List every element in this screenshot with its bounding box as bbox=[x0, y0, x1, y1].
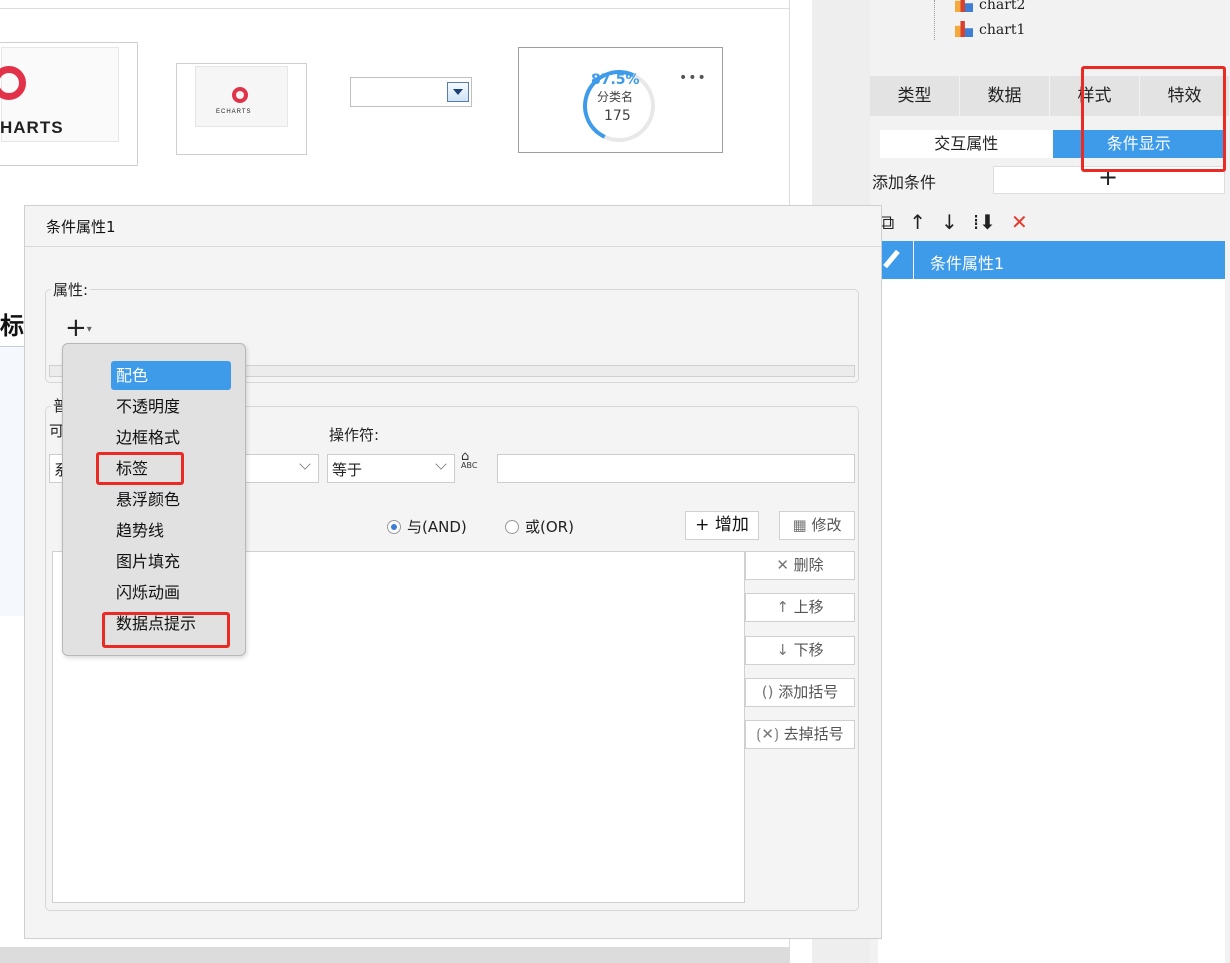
modify-button-label: 修改 bbox=[811, 516, 842, 534]
menu-item-border-format[interactable]: 边框格式 bbox=[111, 423, 231, 452]
move-down-button-label: 下移 bbox=[793, 641, 824, 659]
operator-select[interactable]: 等于 bbox=[327, 454, 455, 483]
move-up-button[interactable]: ↑ 上移 bbox=[745, 593, 855, 622]
modify-icon: ▦ bbox=[792, 516, 812, 534]
gauge-percent: 87.5% bbox=[591, 72, 640, 88]
move-down-button[interactable]: ↓ 下移 bbox=[745, 636, 855, 665]
background-text-fragment: 标 bbox=[0, 312, 24, 340]
menu-item-data-point-tooltip[interactable]: 数据点提示 bbox=[111, 609, 231, 638]
menu-item-color-scheme[interactable]: 配色 bbox=[111, 361, 231, 390]
copy-icon[interactable]: ⧉ bbox=[880, 210, 894, 234]
more-icon[interactable]: ••• bbox=[679, 70, 707, 86]
radio-and[interactable]: 与(AND) bbox=[387, 516, 467, 537]
delete-button[interactable]: ✕ 删除 bbox=[745, 551, 855, 580]
radio-checked-icon bbox=[387, 520, 401, 534]
plus-icon: + bbox=[695, 515, 715, 535]
remove-bracket-button[interactable]: ⟮✕⟯ 去掉括号 bbox=[745, 720, 855, 749]
chevron-down-icon bbox=[299, 458, 311, 470]
gauge-value: 175 bbox=[604, 108, 631, 124]
condition-list: 条件属性1 bbox=[878, 241, 1225, 963]
tree-item-chart1[interactable]: chart1 bbox=[955, 21, 1025, 38]
gauge-category: 分类名 bbox=[597, 90, 634, 104]
arrow-down-icon[interactable]: ↓ bbox=[941, 210, 958, 234]
condition-toolbar: ⧉ ↑ ↓ ⁞⬇ ✕ bbox=[880, 207, 1225, 237]
arrow-up-icon: ↑ bbox=[776, 598, 794, 616]
echarts-widget-large[interactable]: HARTS bbox=[0, 42, 138, 166]
property-legend: 属性: bbox=[51, 279, 91, 300]
menu-item-label[interactable]: 标签 bbox=[111, 454, 231, 483]
radio-or[interactable]: 或(OR) bbox=[505, 516, 574, 537]
add-property-button[interactable]: +▾ bbox=[65, 315, 92, 341]
modify-button[interactable]: ▦ 修改 bbox=[779, 511, 855, 540]
menu-item-image-fill[interactable]: 图片填充 bbox=[111, 547, 231, 576]
tree-item-chart2[interactable]: chart2 bbox=[955, 0, 1025, 13]
move-up-button-label: 上移 bbox=[793, 598, 824, 616]
horizontal-scrollbar[interactable] bbox=[0, 947, 790, 963]
tab-type[interactable]: 类型 bbox=[870, 76, 960, 116]
remove-bracket-icon: ⟮✕⟯ bbox=[756, 725, 784, 743]
chevron-down-icon bbox=[435, 458, 447, 470]
tree-item-label: chart1 bbox=[979, 22, 1026, 38]
menu-item-trendline[interactable]: 趋势线 bbox=[111, 516, 231, 545]
add-condition-label: 添加条件 bbox=[872, 173, 937, 192]
tree-guide-line bbox=[934, 0, 935, 40]
tab-style[interactable]: 样式 bbox=[1050, 76, 1140, 116]
echarts-logo-large: HARTS bbox=[0, 47, 119, 142]
arrow-down-icon: ↓ bbox=[776, 641, 794, 659]
echarts-widget-small[interactable]: ECHARTS bbox=[176, 63, 307, 155]
plus-icon: + bbox=[65, 313, 87, 343]
menu-item-hover-color[interactable]: 悬浮颜色 bbox=[111, 485, 231, 514]
chevron-down-icon: ▾ bbox=[86, 324, 92, 335]
menu-item-flash-animation[interactable]: 闪烁动画 bbox=[111, 578, 231, 607]
tree-item-label: chart2 bbox=[979, 0, 1026, 13]
tab-data[interactable]: 数据 bbox=[960, 76, 1050, 116]
tab-interaction[interactable]: 交互属性 bbox=[880, 130, 1053, 158]
radio-unchecked-icon bbox=[505, 520, 519, 534]
value-input[interactable] bbox=[497, 454, 855, 483]
dialog-title: 条件属性1 bbox=[25, 206, 881, 247]
echarts-ring-icon-small bbox=[232, 87, 248, 103]
add-button-label: 增加 bbox=[714, 515, 749, 535]
main-tabs: 类型 数据 样式 特效 bbox=[870, 76, 1230, 116]
formula-icon[interactable]: ⌂ ABC bbox=[461, 450, 491, 482]
delete-button-label: 删除 bbox=[793, 556, 824, 574]
operator-value: 等于 bbox=[332, 461, 363, 479]
chevron-down-icon[interactable] bbox=[447, 82, 469, 102]
radio-or-label: 或(OR) bbox=[525, 518, 574, 536]
menu-item-opacity[interactable]: 不透明度 bbox=[111, 392, 231, 421]
gauge-chart-widget[interactable]: 87.5% 分类名 175 ••• bbox=[518, 47, 723, 153]
add-condition-button[interactable]: + bbox=[993, 163, 1225, 194]
chart-icon bbox=[955, 21, 973, 37]
echarts-wordmark-small: ECHARTS bbox=[216, 109, 252, 115]
echarts-ring-icon bbox=[0, 66, 26, 100]
property-type-menu: 配色 不透明度 边框格式 标签 悬浮颜色 趋势线 图片填充 闪烁动画 数据点提示 bbox=[62, 343, 246, 656]
delete-icon[interactable]: ✕ bbox=[1011, 210, 1028, 234]
canvas-divider bbox=[0, 8, 790, 9]
combo-box-widget[interactable] bbox=[350, 77, 472, 107]
tab-effects[interactable]: 特效 bbox=[1140, 76, 1230, 116]
tab-condition-display[interactable]: 条件显示 bbox=[1052, 130, 1225, 158]
operator-label: 操作符: bbox=[327, 424, 382, 445]
echarts-logo-small: ECHARTS bbox=[195, 66, 288, 127]
chart-icon bbox=[955, 0, 973, 12]
remove-bracket-button-label: 去掉括号 bbox=[783, 725, 844, 743]
arrow-up-icon[interactable]: ↑ bbox=[909, 210, 926, 234]
add-button[interactable]: + 增加 bbox=[685, 511, 759, 540]
list-item-label: 条件属性1 bbox=[930, 254, 1005, 273]
list-item[interactable]: 条件属性1 bbox=[878, 241, 1225, 279]
close-icon: ✕ bbox=[776, 556, 794, 574]
radio-and-label: 与(AND) bbox=[407, 518, 467, 536]
add-bracket-button-label: 添加括号 bbox=[778, 683, 839, 701]
plus-icon: + bbox=[1098, 163, 1119, 191]
echarts-wordmark: HARTS bbox=[0, 118, 64, 137]
add-bracket-button[interactable]: () 添加括号 bbox=[745, 678, 855, 707]
formula-icon-label: ABC bbox=[461, 461, 478, 470]
sub-tabs: 交互属性 条件显示 bbox=[880, 130, 1225, 158]
edit-pencil-icon[interactable] bbox=[878, 241, 914, 279]
properties-panel: chart2 chart1 类型 数据 样式 特效 交互属性 条件显示 添加条件… bbox=[870, 0, 1230, 963]
bracket-icon: () bbox=[761, 683, 779, 701]
sort-icon[interactable]: ⁞⬇ bbox=[973, 210, 996, 234]
